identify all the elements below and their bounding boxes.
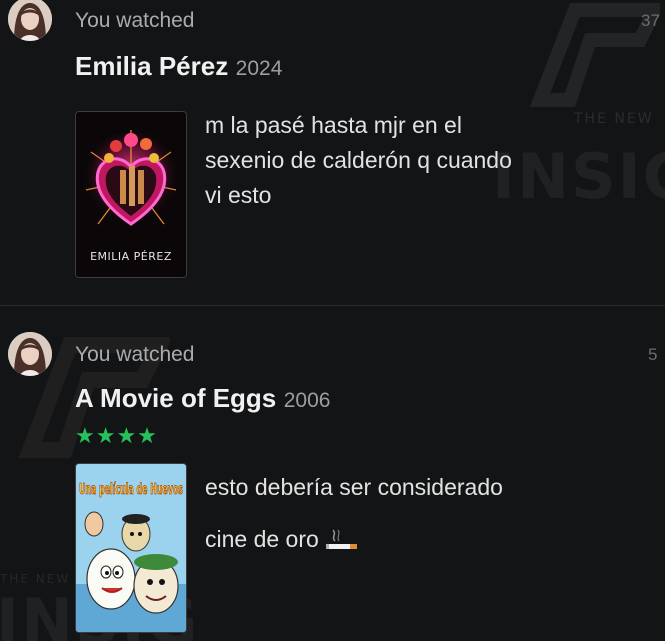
avatar[interactable]: [8, 332, 52, 376]
review-line: vi esto: [205, 182, 272, 208]
review-line-text: cine de oro: [205, 526, 319, 552]
cigarette-icon: [326, 529, 358, 549]
poster-title: Una película de Huevos: [79, 480, 183, 498]
title-line: A Movie of Eggs 2006: [75, 383, 330, 414]
movie-poster[interactable]: Una película de Huevos: [75, 463, 187, 633]
feed-divider: [0, 305, 665, 306]
review-line: sexenio de calderón q cuando: [205, 147, 512, 173]
movie-year: 2006: [283, 389, 331, 412]
timestamp: 5: [648, 345, 658, 364]
avatar[interactable]: [8, 0, 52, 41]
activity-label: You watched: [75, 9, 195, 32]
movie-poster[interactable]: EMILIA PÉREZ: [75, 111, 187, 278]
egg-characters-artwork: Una película de Huevos: [76, 464, 186, 632]
movie-title-link[interactable]: Emilia Pérez: [75, 51, 228, 81]
title-line: Emilia Pérez 2024: [75, 51, 282, 82]
timestamp: 37: [641, 11, 660, 30]
star-rating: ★★★★: [75, 423, 158, 448]
activity-entry: You watched 37 Emilia Pérez 2024 EMILIA …: [0, 0, 665, 305]
review-text: esto debería ser considerado cine de oro: [205, 461, 503, 565]
review-line: m la pasé hasta mjr en el: [205, 112, 462, 138]
poster-title: EMILIA PÉREZ: [90, 250, 172, 263]
review-line: cine de oro: [205, 513, 503, 565]
activity-entry: You watched 5 A Movie of Eggs 2006 ★★★★ …: [0, 328, 665, 641]
activity-label: You watched: [75, 343, 195, 366]
review-line: esto debería ser considerado: [205, 474, 503, 500]
movie-title-link[interactable]: A Movie of Eggs: [75, 383, 276, 413]
movie-year: 2024: [235, 57, 283, 80]
review-text: m la pasé hasta mjr en el sexenio de cal…: [205, 108, 512, 213]
